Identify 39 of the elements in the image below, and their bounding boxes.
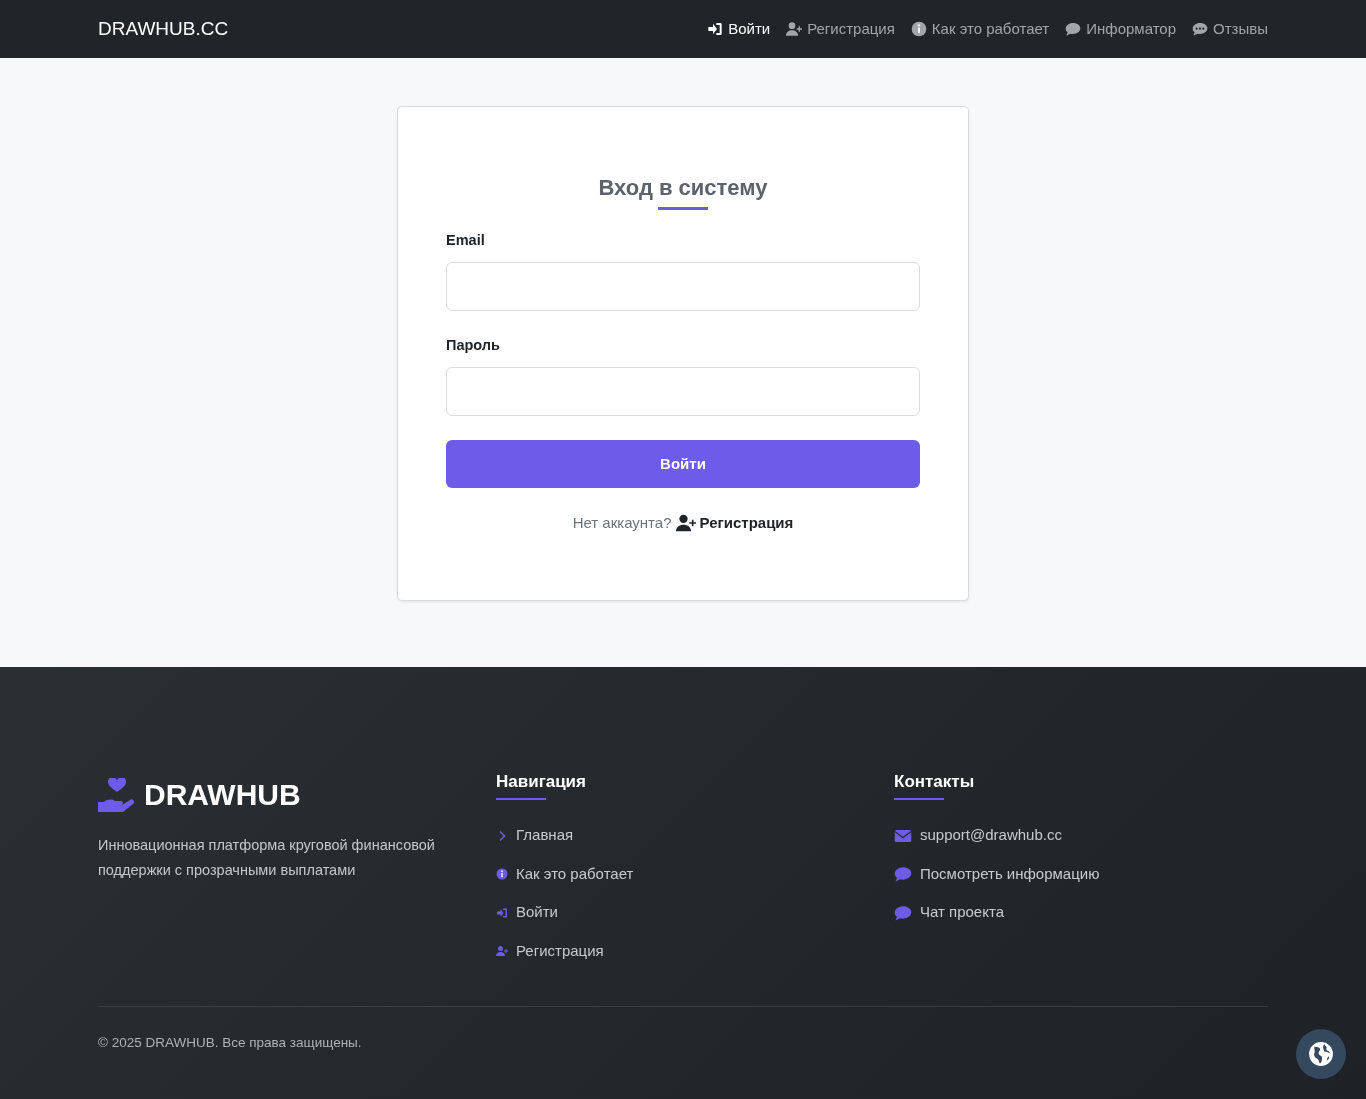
signup-prompt: Нет аккаунта? [572, 512, 672, 533]
signup-link[interactable]: Регистрация [675, 511, 794, 535]
password-field[interactable] [446, 366, 920, 416]
footer-contact-link[interactable]: Чат проекта [894, 901, 1004, 924]
user-plus-icon [675, 513, 696, 534]
chat-bubble-icon [1065, 21, 1082, 37]
card-title: Вход в систему [597, 175, 769, 202]
nav-link[interactable]: Отзывы [1192, 17, 1268, 41]
footer-contact-link[interactable]: support@drawhub.cc [894, 824, 1062, 847]
globe-icon [1308, 1041, 1334, 1067]
nav-link[interactable]: Регистрация [786, 17, 895, 41]
field-label: Пароль [446, 336, 501, 356]
login-button[interactable]: Войти [446, 439, 920, 488]
field-label: Email [446, 231, 486, 251]
hand-heart-icon [98, 777, 136, 812]
footer-nav-link[interactable]: Главная [496, 824, 574, 847]
nav-link[interactable]: Как это работает [910, 17, 1050, 41]
footer-tagline: Инновационная платформа круговой финансовой поддержки с прозрачными выплатами [98, 836, 436, 880]
user-plus-icon [786, 21, 803, 37]
login-icon [707, 21, 724, 37]
nav-link[interactable]: Войти [707, 17, 771, 41]
chat-dots-icon [1192, 21, 1209, 37]
user-plus-icon [496, 945, 508, 958]
footer-nav-link[interactable]: Регистрация [496, 939, 604, 963]
footer-brand: DRAWHUB [144, 777, 301, 813]
copyright-text: © 2025 DRAWHUB. Все права защищены. [98, 1035, 362, 1051]
site-logo[interactable]: DRAWHUB.CC [98, 14, 229, 44]
footer-heading: Контакты [894, 772, 976, 793]
info-icon [496, 868, 508, 881]
nav-link[interactable]: Информатор [1065, 17, 1177, 41]
login-icon [496, 906, 508, 919]
chat-bubble-icon [894, 865, 912, 884]
footer-nav-link[interactable]: Как это работает [496, 862, 634, 886]
chat-bubble-icon [894, 903, 912, 922]
footer-contact-link[interactable]: Посмотреть информацию [894, 862, 1100, 886]
footer-heading: Навигация [496, 772, 587, 793]
email-field[interactable] [446, 262, 920, 312]
info-icon [910, 21, 927, 37]
footer-nav-link[interactable]: Войти [496, 901, 558, 924]
